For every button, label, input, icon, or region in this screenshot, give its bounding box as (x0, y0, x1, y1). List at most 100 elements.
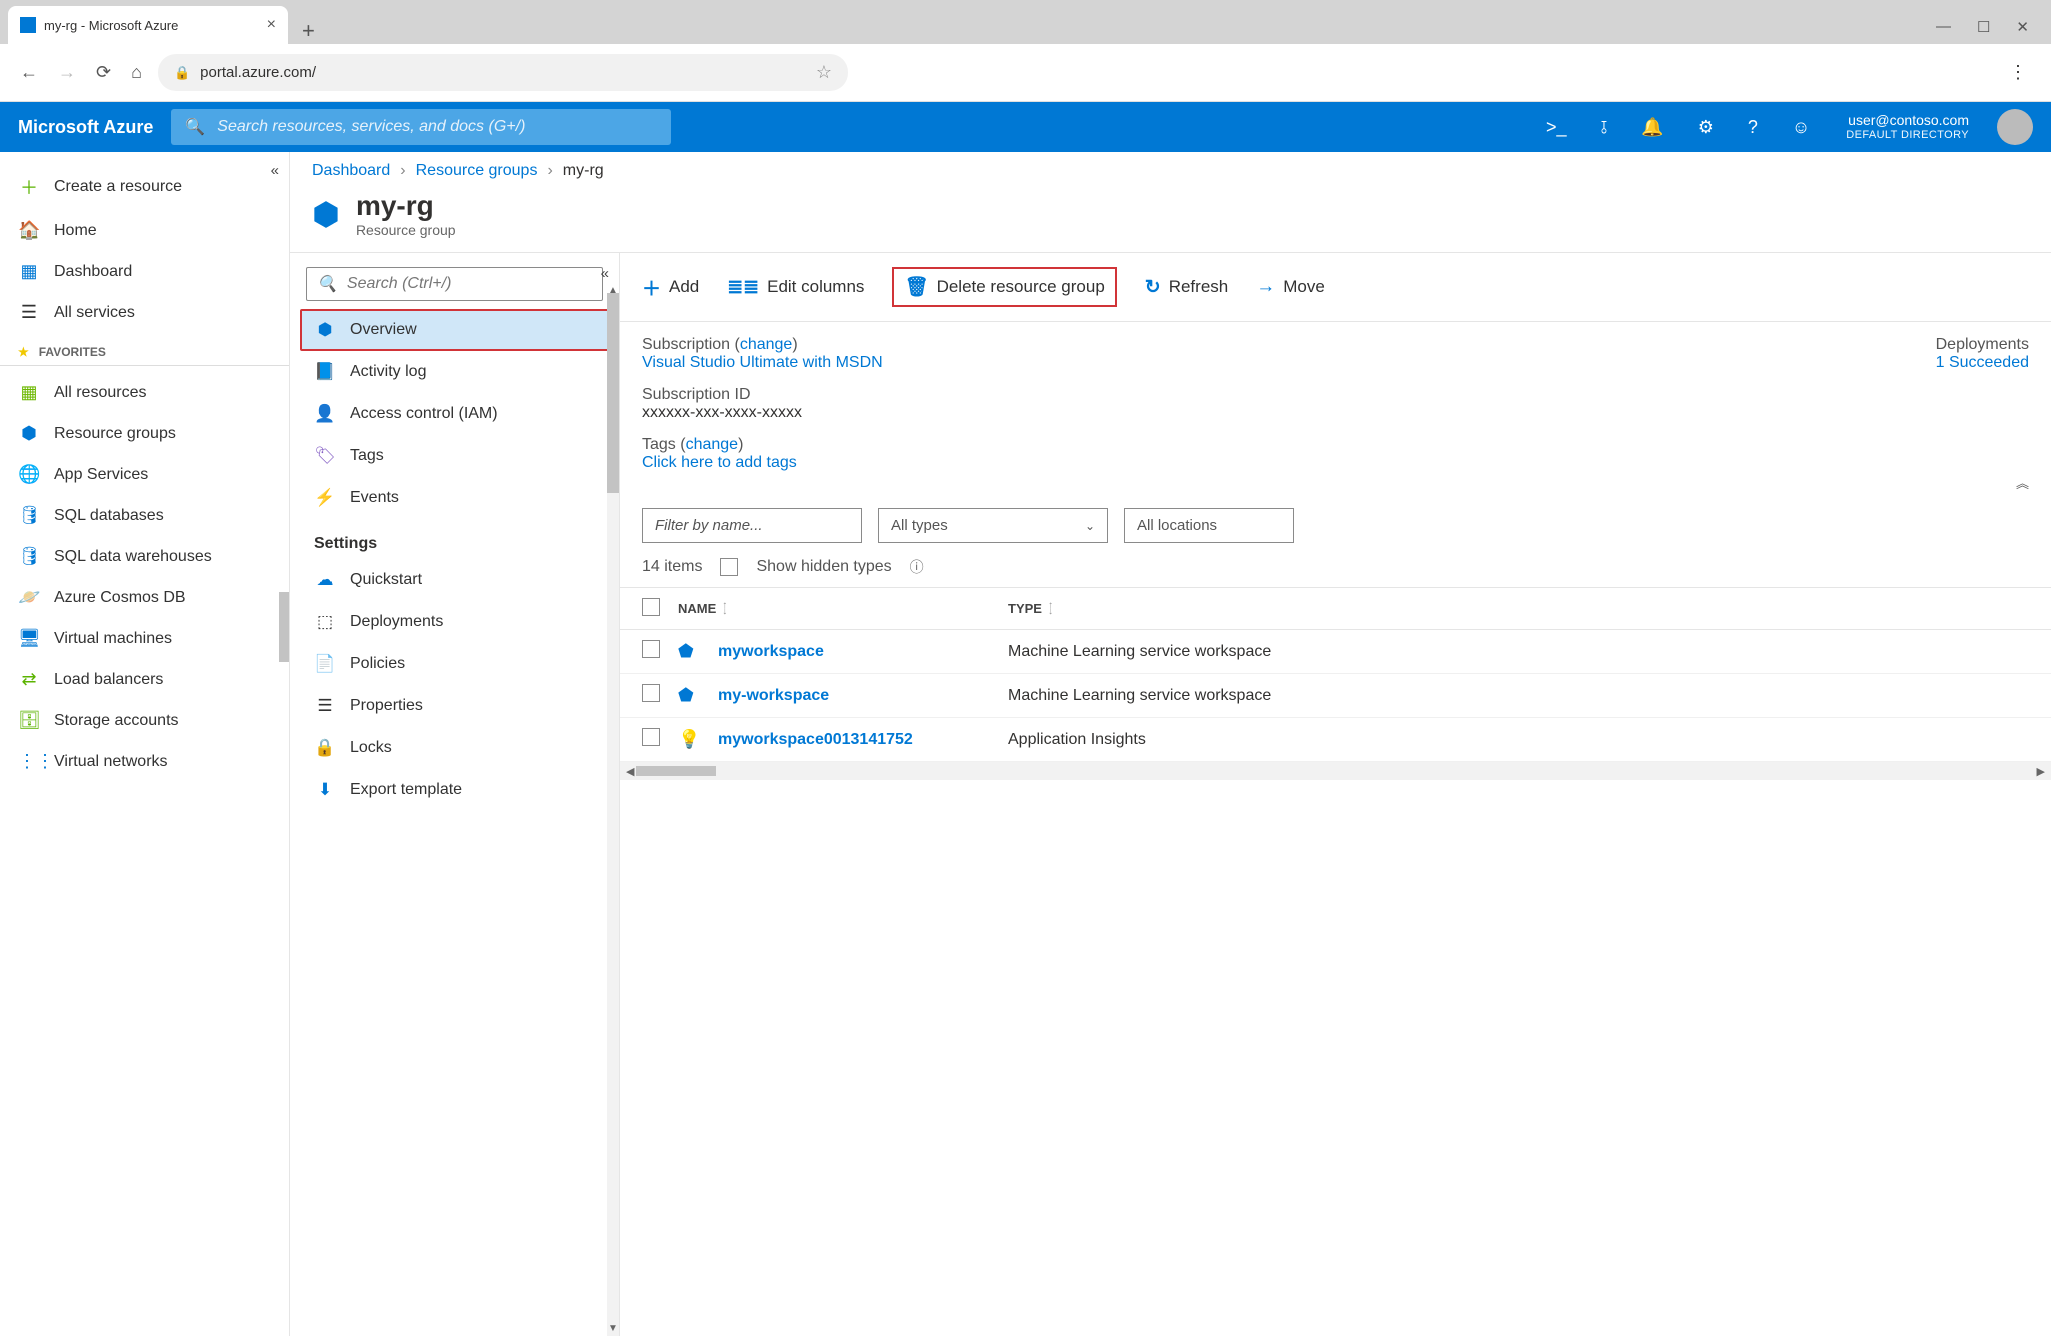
row-checkbox[interactable] (642, 728, 660, 746)
nav-quickstart[interactable]: ☁Quickstart (300, 559, 609, 601)
nav-locks[interactable]: 🔒Locks (300, 727, 609, 769)
resource-nav-scrollbar[interactable] (607, 293, 619, 493)
resource-name-link[interactable]: my-workspace (718, 687, 829, 705)
nav-access-control[interactable]: 👤Access control (IAM) (300, 393, 609, 435)
change-tags-link[interactable]: change (686, 436, 739, 453)
nav-deployments[interactable]: ⬚Deployments (300, 601, 609, 643)
nav-properties[interactable]: ☰Properties (300, 685, 609, 727)
url-field[interactable]: 🔒 portal.azure.com/ ☆ (158, 54, 848, 91)
nav-home[interactable]: 🏠 Home (0, 210, 289, 251)
nav-virtual-machines[interactable]: 🖥Virtual machines (0, 618, 289, 659)
avatar[interactable] (1997, 109, 2033, 145)
sort-icon[interactable]: ↑↓ (722, 603, 727, 615)
type-filter-select[interactable]: All types⌄ (878, 508, 1108, 543)
list-icon: ☰ (18, 302, 40, 323)
nav-cosmos-db[interactable]: 🪐Azure Cosmos DB (0, 577, 289, 618)
close-tab-icon[interactable]: × (267, 16, 276, 34)
maximize-icon[interactable]: ☐ (1977, 18, 1990, 36)
nav-dashboard[interactable]: ▦ Dashboard (0, 251, 289, 292)
browser-menu-icon[interactable]: ⋮ (2009, 62, 2035, 83)
page-subtitle: Resource group (356, 222, 456, 238)
help-icon[interactable]: ? (1748, 117, 1758, 138)
add-tags-link[interactable]: Click here to add tags (642, 454, 797, 471)
resource-name-link[interactable]: myworkspace0013141752 (718, 731, 913, 749)
nav-virtual-networks[interactable]: ⋮⋮Virtual networks (0, 741, 289, 782)
user-block[interactable]: user@contoso.com DEFAULT DIRECTORY (1846, 112, 1969, 142)
crumb-current: my-rg (563, 162, 604, 180)
tab-title: my-rg - Microsoft Azure (44, 18, 259, 33)
feedback-icon[interactable]: ☺ (1792, 117, 1810, 138)
crumb-dashboard[interactable]: Dashboard (312, 162, 390, 180)
deployments-value[interactable]: 1 Succeeded (1936, 354, 2029, 371)
nav-resource-groups[interactable]: ⬢Resource groups (0, 413, 289, 454)
horizontal-scrollbar[interactable]: ◀ ▶ (620, 762, 2051, 780)
nav-all-resources[interactable]: ▦All resources (0, 372, 289, 413)
tag-icon: 🏷 (314, 446, 336, 466)
nav-events[interactable]: ⚡Events (300, 477, 609, 519)
nav-activity-log[interactable]: 📘Activity log (300, 351, 609, 393)
location-filter-select[interactable]: All locations (1124, 508, 1294, 543)
policy-icon: 📄 (314, 654, 336, 674)
plus-icon: ＋ (18, 174, 40, 200)
azure-brand[interactable]: Microsoft Azure (18, 117, 153, 138)
nav-overview[interactable]: ⬢Overview (300, 309, 609, 351)
settings-gear-icon[interactable]: ⚙ (1698, 117, 1714, 138)
reload-button[interactable]: ⟳ (92, 58, 115, 87)
table-row[interactable]: ⬟myworkspaceMachine Learning service wor… (620, 630, 2051, 674)
row-checkbox[interactable] (642, 684, 660, 702)
left-nav-scrollbar[interactable] (279, 592, 289, 662)
filter-icon[interactable]: ⫱ (1601, 117, 1608, 138)
new-tab-button[interactable]: + (288, 18, 329, 44)
azure-search[interactable]: 🔍 (171, 109, 671, 145)
info-icon[interactable]: ⓘ (910, 557, 924, 577)
select-all-checkbox[interactable] (642, 598, 660, 616)
nav-export-template[interactable]: ⬇Export template (300, 769, 609, 811)
tags-row: Tags (change) Click here to add tags (642, 436, 1896, 472)
subscription-row: Subscription (change) Visual Studio Ulti… (642, 336, 1896, 372)
filter-by-name-input[interactable]: Filter by name... (642, 508, 862, 543)
scroll-down-arrow-icon[interactable]: ▼ (607, 1323, 619, 1334)
grid-icon: ▦ (18, 382, 40, 403)
browser-tab[interactable]: my-rg - Microsoft Azure × (8, 6, 288, 44)
nav-sql-data-warehouses[interactable]: 🛢SQL data warehouses (0, 536, 289, 577)
azure-search-input[interactable] (217, 118, 657, 136)
forward-button[interactable]: → (54, 58, 80, 87)
show-hidden-checkbox[interactable] (720, 558, 738, 576)
collapse-left-nav-icon[interactable]: « (271, 162, 279, 179)
scroll-left-arrow-icon[interactable]: ◀ (626, 765, 634, 778)
minimize-icon[interactable]: — (1936, 18, 1951, 36)
collapse-essentials-icon[interactable]: ︽ (2016, 473, 2029, 492)
add-button[interactable]: ＋Add (642, 274, 699, 301)
back-button[interactable]: ← (16, 58, 42, 87)
row-checkbox[interactable] (642, 640, 660, 658)
resource-name-link[interactable]: myworkspace (718, 643, 824, 661)
change-subscription-link[interactable]: change (740, 336, 793, 353)
sort-icon[interactable]: ↑↓ (1048, 603, 1053, 615)
table-row[interactable]: 💡myworkspace0013141752Application Insigh… (620, 718, 2051, 762)
delete-resource-group-button[interactable]: 🗑Delete resource group (892, 267, 1116, 307)
nav-policies[interactable]: 📄Policies (300, 643, 609, 685)
move-button[interactable]: →Move (1256, 276, 1325, 298)
nav-create-resource[interactable]: ＋ Create a resource (0, 164, 289, 210)
home-button[interactable]: ⌂ (127, 58, 146, 87)
nav-tags[interactable]: 🏷Tags (300, 435, 609, 477)
nav-sql-databases[interactable]: 🛢SQL databases (0, 495, 289, 536)
close-window-icon[interactable]: ✕ (2016, 18, 2029, 36)
bookmark-star-icon[interactable]: ☆ (816, 62, 832, 83)
notifications-icon[interactable]: 🔔 (1641, 117, 1663, 138)
resource-nav-search[interactable]: 🔍 Search (Ctrl+/) (306, 267, 603, 301)
cloud-shell-icon[interactable]: >_ (1546, 117, 1567, 138)
refresh-button[interactable]: ↻Refresh (1145, 276, 1228, 299)
subscription-value[interactable]: Visual Studio Ultimate with MSDN (642, 354, 883, 371)
star-icon: ★ (18, 345, 29, 359)
table-row[interactable]: ⬟my-workspaceMachine Learning service wo… (620, 674, 2051, 718)
nav-storage-accounts[interactable]: 🗄Storage accounts (0, 700, 289, 741)
nav-all-services[interactable]: ☰ All services (0, 292, 289, 333)
nav-app-services[interactable]: 🌐App Services (0, 454, 289, 495)
crumb-resource-groups[interactable]: Resource groups (416, 162, 538, 180)
nav-load-balancers[interactable]: ⇄Load balancers (0, 659, 289, 700)
edit-columns-button[interactable]: ≣≣Edit columns (727, 276, 864, 299)
scroll-right-arrow-icon[interactable]: ▶ (2037, 765, 2045, 778)
collapse-resource-nav-icon[interactable]: « (601, 265, 609, 282)
scroll-thumb[interactable] (636, 766, 716, 776)
